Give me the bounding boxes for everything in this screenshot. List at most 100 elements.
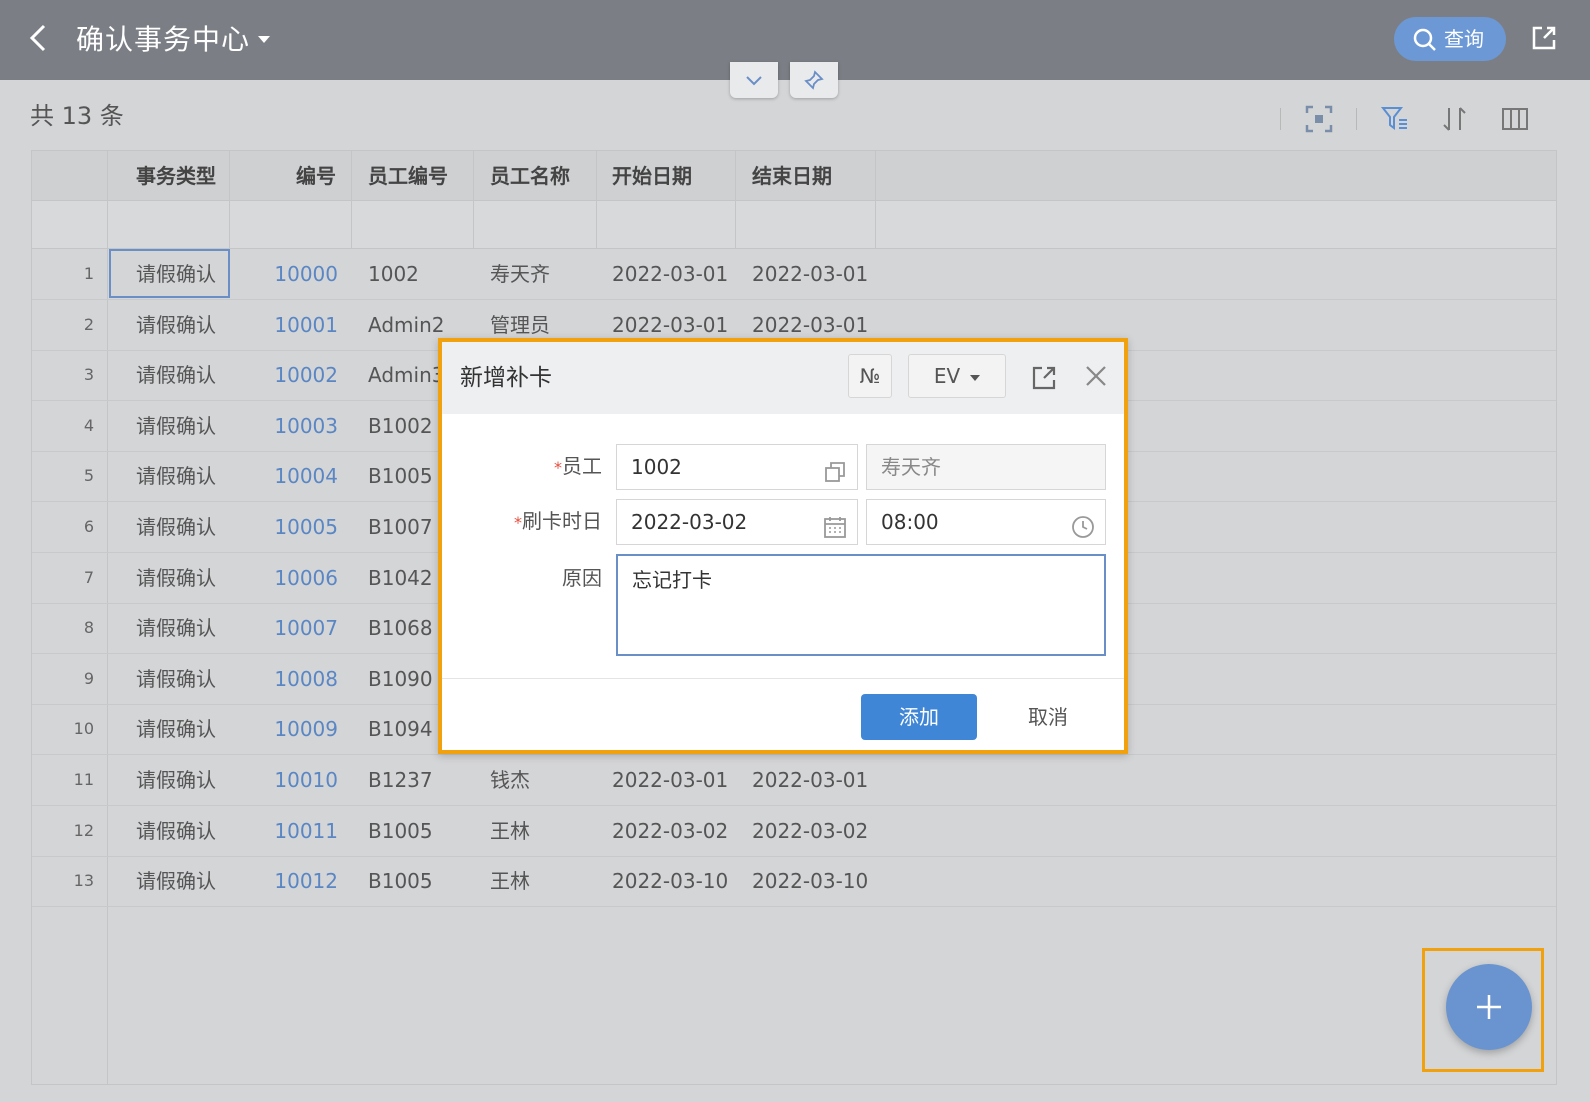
cell-empid: B1002 <box>368 413 433 438</box>
cell-num[interactable]: 10000 <box>230 249 338 299</box>
collapse-toggle[interactable] <box>730 62 778 98</box>
cell-empid: B1007 <box>368 515 433 539</box>
cell-num[interactable]: 10003 <box>230 401 338 451</box>
cell-name: 钱杰 <box>490 768 530 792</box>
cell-idx: 1 <box>83 264 94 283</box>
cell-idx: 13 <box>73 871 94 891</box>
collapse-tabs <box>730 62 852 98</box>
column-divider <box>596 151 597 248</box>
filter-row[interactable] <box>32 201 1556 249</box>
sort-icon[interactable] <box>1440 104 1470 138</box>
reason-textarea[interactable]: 忘记打卡 <box>616 554 1106 656</box>
cell-empid: 1002 <box>368 262 419 286</box>
column-header-end-date[interactable]: 结束日期 <box>752 151 832 201</box>
column-header-employee-id[interactable]: 员工编号 <box>368 151 448 201</box>
language-dropdown[interactable]: EV <box>908 354 1006 398</box>
cell-num[interactable]: 10002 <box>230 350 338 400</box>
cell-num[interactable]: 10004 <box>230 451 338 501</box>
cell-num[interactable]: 10005 <box>230 502 338 552</box>
close-icon[interactable] <box>1084 364 1108 392</box>
column-divider <box>473 151 474 248</box>
cell-empid: B1237 <box>368 768 433 792</box>
cancel-button[interactable]: 取消 <box>1008 694 1088 740</box>
column-divider <box>229 151 230 248</box>
popout-icon[interactable] <box>1030 364 1058 396</box>
calendar-icon[interactable] <box>823 510 847 554</box>
cell-empid: B1005 <box>368 869 433 894</box>
cell-name: 王林 <box>490 869 530 894</box>
pin-toggle[interactable] <box>790 62 838 98</box>
page-title[interactable]: 确认事务中心 <box>76 20 250 60</box>
cell-empid: B1090 <box>368 666 433 691</box>
cell-idx: 12 <box>73 820 94 840</box>
cell-empid: B1094 <box>368 717 433 742</box>
table-row[interactable]: 11 请假确认 10010 B1237 钱杰 2022-03-01 2022-03-01 <box>32 755 1556 806</box>
cell-end: 2022-03-10 <box>752 869 869 894</box>
cell-empid: B1068 <box>368 616 433 641</box>
time-field[interactable]: 08:00 <box>866 499 1106 545</box>
date-field[interactable]: 2022-03-02 <box>616 499 858 545</box>
fullscreen-icon[interactable] <box>1304 104 1334 138</box>
cell-end: 2022-03-01 <box>752 262 869 286</box>
cell-idx: 5 <box>83 466 94 486</box>
employee-name-field: 寿天齐 <box>866 444 1106 490</box>
column-header-number[interactable]: 编号 <box>296 151 336 201</box>
table-row[interactable]: 1 请假确认 10000 1002 寿天齐 2022-03-01 2022-03-01 <box>32 249 1556 300</box>
back-icon[interactable] <box>28 22 54 58</box>
add-button[interactable]: 添加 <box>861 694 977 740</box>
cell-num[interactable]: 10009 <box>230 704 338 754</box>
cell-idx: 6 <box>83 517 94 536</box>
cell-end: 2022-03-02 <box>752 818 869 843</box>
cell-idx: 3 <box>83 365 94 385</box>
share-icon[interactable] <box>1530 24 1558 56</box>
table-header: 事务类型 编号 员工编号 员工名称 开始日期 结束日期 <box>32 151 1556 201</box>
clock-icon[interactable] <box>1071 510 1095 554</box>
add-fab-button[interactable] <box>1446 964 1532 1050</box>
pin-icon <box>804 70 824 90</box>
cell-num[interactable]: 10012 <box>230 856 338 906</box>
date-label: *刷卡时日 <box>514 509 602 533</box>
cell-type: 请假确认 <box>136 768 216 792</box>
column-header-type[interactable]: 事务类型 <box>136 151 216 201</box>
cell-type: 请假确认 <box>136 616 216 641</box>
number-button[interactable]: № <box>848 354 892 398</box>
table-row[interactable]: 12 请假确认 10011 B1005 王林 2022-03-02 2022-03-02 <box>32 806 1556 857</box>
cell-num[interactable]: 10010 <box>230 755 338 805</box>
divider <box>442 678 1124 679</box>
cell-idx: 11 <box>73 770 94 789</box>
cell-num[interactable]: 10011 <box>230 806 338 856</box>
cell-idx: 10 <box>73 719 94 739</box>
chevron-down-icon <box>970 374 981 381</box>
table-row[interactable]: 13 请假确认 10012 B1005 王林 2022-03-10 2022-03-10 <box>32 856 1556 908</box>
filter-icon[interactable] <box>1380 104 1410 138</box>
divider <box>1280 108 1281 130</box>
cell-type: 请假确认 <box>136 312 216 337</box>
language-label: EV <box>933 364 961 388</box>
employee-id-field[interactable]: 1002 <box>616 444 858 490</box>
copy-icon[interactable] <box>823 455 847 499</box>
columns-icon[interactable] <box>1500 104 1530 138</box>
cell-idx: 9 <box>83 668 94 688</box>
column-header-start-date[interactable]: 开始日期 <box>612 151 692 201</box>
cell-name: 寿天齐 <box>490 262 550 286</box>
cell-num[interactable]: 10008 <box>230 654 338 704</box>
chevron-down-icon <box>746 76 762 86</box>
column-divider <box>735 151 736 248</box>
search-icon <box>1413 28 1436 51</box>
cell-idx: 4 <box>83 415 94 435</box>
record-count: 共 13 条 <box>30 102 124 130</box>
cell-type: 请假确认 <box>136 565 216 590</box>
chevron-down-icon[interactable] <box>258 36 270 43</box>
plus-icon <box>1477 995 1501 1019</box>
cell-num[interactable]: 10006 <box>230 553 338 603</box>
cell-num[interactable]: 10007 <box>230 603 338 653</box>
cell-type: 请假确认 <box>136 869 216 894</box>
cell-name: 王林 <box>490 818 530 843</box>
search-button-label: 查询 <box>1444 27 1484 51</box>
cell-num[interactable]: 10001 <box>230 300 338 350</box>
search-button[interactable]: 查询 <box>1394 17 1506 61</box>
cell-idx: 8 <box>83 618 94 638</box>
cell-empid: B1042 <box>368 565 433 590</box>
cell-type: 请假确认 <box>136 262 216 286</box>
column-header-employee-name[interactable]: 员工名称 <box>490 151 570 201</box>
